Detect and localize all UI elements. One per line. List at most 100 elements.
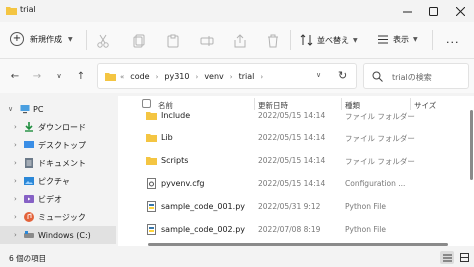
- maximize-button[interactable]: [420, 0, 446, 22]
- copy-icon[interactable]: [132, 34, 146, 48]
- breadcrumb-item[interactable]: py310: [164, 72, 189, 81]
- toolbar-divider: [432, 30, 433, 50]
- folder-icon: [105, 73, 116, 81]
- file-date: 2022/05/15 14:14: [258, 111, 326, 120]
- back-button[interactable]: ←: [8, 69, 22, 83]
- tiles-view-button[interactable]: [457, 251, 471, 264]
- breadcrumb-item[interactable]: trial: [239, 72, 255, 81]
- table-row[interactable]: Scripts 2022/05/15 14:14 ファイル フォルダー: [118, 150, 474, 172]
- file-type: ファイル フォルダー: [345, 112, 415, 121]
- minimize-button[interactable]: [394, 0, 420, 22]
- toolbar-divider: [290, 30, 291, 50]
- folder-icon: [146, 157, 157, 165]
- sidebar-item-pictures[interactable]: › ピクチャ: [0, 172, 116, 190]
- rename-icon[interactable]: [200, 34, 214, 48]
- maximize-icon: [428, 6, 438, 16]
- chevron-right-icon: ›: [14, 159, 17, 167]
- breadcrumb-item[interactable]: code: [130, 72, 149, 81]
- file-type: ファイル フォルダー: [345, 134, 415, 143]
- sidebar-item-label: ミュージック: [38, 212, 86, 222]
- address-dropdown-button[interactable]: ∨: [316, 71, 321, 79]
- chevron-right-icon: ›: [14, 213, 17, 221]
- file-name: pyvenv.cfg: [161, 179, 205, 188]
- chevron-right-icon: ›: [14, 123, 17, 131]
- close-icon: [455, 6, 465, 16]
- sidebar-item-pc[interactable]: ∨ PC: [0, 100, 116, 118]
- file-name: Lib: [161, 133, 173, 142]
- chevron-down-icon: ▼: [353, 36, 358, 44]
- up-button[interactable]: ↑: [74, 69, 88, 83]
- file-list: ^ 名前 更新日時 種類 サイズ Include 2022/05/15 14:1…: [118, 96, 474, 246]
- navigation-pane: ∨ PC › ダウンロード › デスクトップ › ドキュメント › ピクチャ ›…: [0, 96, 116, 244]
- forward-button[interactable]: →: [30, 69, 44, 83]
- toolbar-divider: [86, 30, 87, 50]
- sidebar-item-music[interactable]: › ミュージック: [0, 208, 116, 226]
- table-row[interactable]: Include 2022/05/15 14:14 ファイル フォルダー: [118, 105, 474, 127]
- horizontal-scrollbar[interactable]: [148, 243, 448, 246]
- view-button[interactable]: 表示 ▼: [377, 34, 418, 45]
- address-bar[interactable]: « code › py310 › venv › trial › ∨ ↻: [97, 63, 357, 89]
- navigation-bar: ← → ∨ ↑ « code › py310 › venv › trial › …: [0, 59, 474, 93]
- cut-icon[interactable]: [96, 34, 110, 48]
- details-view-button[interactable]: [440, 251, 454, 264]
- arrow-right-icon: →: [32, 70, 42, 82]
- python-file-icon: [147, 224, 156, 235]
- view-label: 表示: [393, 35, 409, 44]
- sidebar-item-windows-c[interactable]: › Windows (C:): [0, 226, 116, 244]
- folder-icon: [6, 7, 17, 15]
- folder-icon: [146, 112, 157, 120]
- search-box[interactable]: trialの検索: [363, 63, 469, 89]
- file-date: 2022/05/15 14:14: [258, 133, 326, 142]
- sidebar-item-documents[interactable]: › ドキュメント: [0, 154, 116, 172]
- tiles-view-icon: [459, 253, 469, 262]
- sort-button[interactable]: 並べ替え ▼: [300, 34, 358, 46]
- recent-locations-button[interactable]: ∨: [52, 69, 66, 83]
- delete-icon[interactable]: [266, 34, 280, 48]
- sort-icon: [300, 34, 313, 46]
- file-name: Include: [161, 111, 191, 120]
- chevron-right-icon: ›: [14, 231, 17, 239]
- table-row[interactable]: sample_code_001.py 2022/05/31 9:12 Pytho…: [118, 196, 474, 218]
- sidebar-item-label: ドキュメント: [38, 158, 86, 168]
- search-placeholder: trialの検索: [392, 73, 432, 82]
- paste-icon[interactable]: [166, 34, 180, 48]
- table-row[interactable]: sample_code_002.py 2022/07/08 8:19 Pytho…: [118, 219, 474, 241]
- music-icon: [24, 212, 34, 222]
- close-button[interactable]: [447, 0, 473, 22]
- refresh-button[interactable]: ↻: [338, 69, 347, 82]
- pc-icon: [20, 105, 30, 114]
- file-name: sample_code_001.py: [161, 202, 246, 211]
- chevron-down-icon: ∨: [8, 105, 14, 113]
- more-options-button[interactable]: ...: [446, 33, 460, 46]
- details-view-icon: [442, 254, 452, 261]
- sidebar-item-label: ダウンロード: [38, 122, 86, 132]
- share-icon[interactable]: [233, 34, 247, 48]
- new-label: 新規作成: [30, 34, 62, 44]
- vertical-scrollbar[interactable]: [470, 110, 473, 180]
- new-button[interactable]: + 新規作成 ▼: [10, 32, 73, 46]
- arrow-up-icon: ↑: [76, 70, 86, 82]
- file-date: 2022/05/31 9:12: [258, 202, 321, 211]
- file-type: Python File: [345, 225, 386, 234]
- pictures-icon: [24, 177, 34, 185]
- file-type: Configuration ...: [345, 179, 406, 188]
- table-row[interactable]: Lib 2022/05/15 14:14 ファイル フォルダー: [118, 127, 474, 149]
- file-name: Scripts: [161, 156, 189, 165]
- chevron-right-icon: ›: [260, 72, 264, 81]
- breadcrumb: « code › py310 › venv › trial ›: [120, 72, 263, 81]
- minimize-icon: [402, 11, 412, 12]
- file-date: 2022/05/15 14:14: [258, 156, 326, 165]
- breadcrumb-overflow[interactable]: «: [120, 73, 124, 81]
- sidebar-item-label: デスクトップ: [38, 140, 86, 150]
- sidebar-item-downloads[interactable]: › ダウンロード: [0, 118, 116, 136]
- chevron-down-icon: ▼: [413, 36, 418, 43]
- breadcrumb-item[interactable]: venv: [204, 72, 223, 81]
- sidebar-item-desktop[interactable]: › デスクトップ: [0, 136, 116, 154]
- file-type: ファイル フォルダー: [345, 157, 415, 166]
- view-list-icon: [378, 35, 388, 44]
- file-name: sample_code_002.py: [161, 225, 246, 234]
- sidebar-item-videos[interactable]: › ビデオ: [0, 190, 116, 208]
- table-row[interactable]: pyvenv.cfg 2022/05/15 14:14 Configuratio…: [118, 173, 474, 195]
- file-type: Python File: [345, 202, 386, 211]
- file-date: 2022/07/08 8:19: [258, 225, 321, 234]
